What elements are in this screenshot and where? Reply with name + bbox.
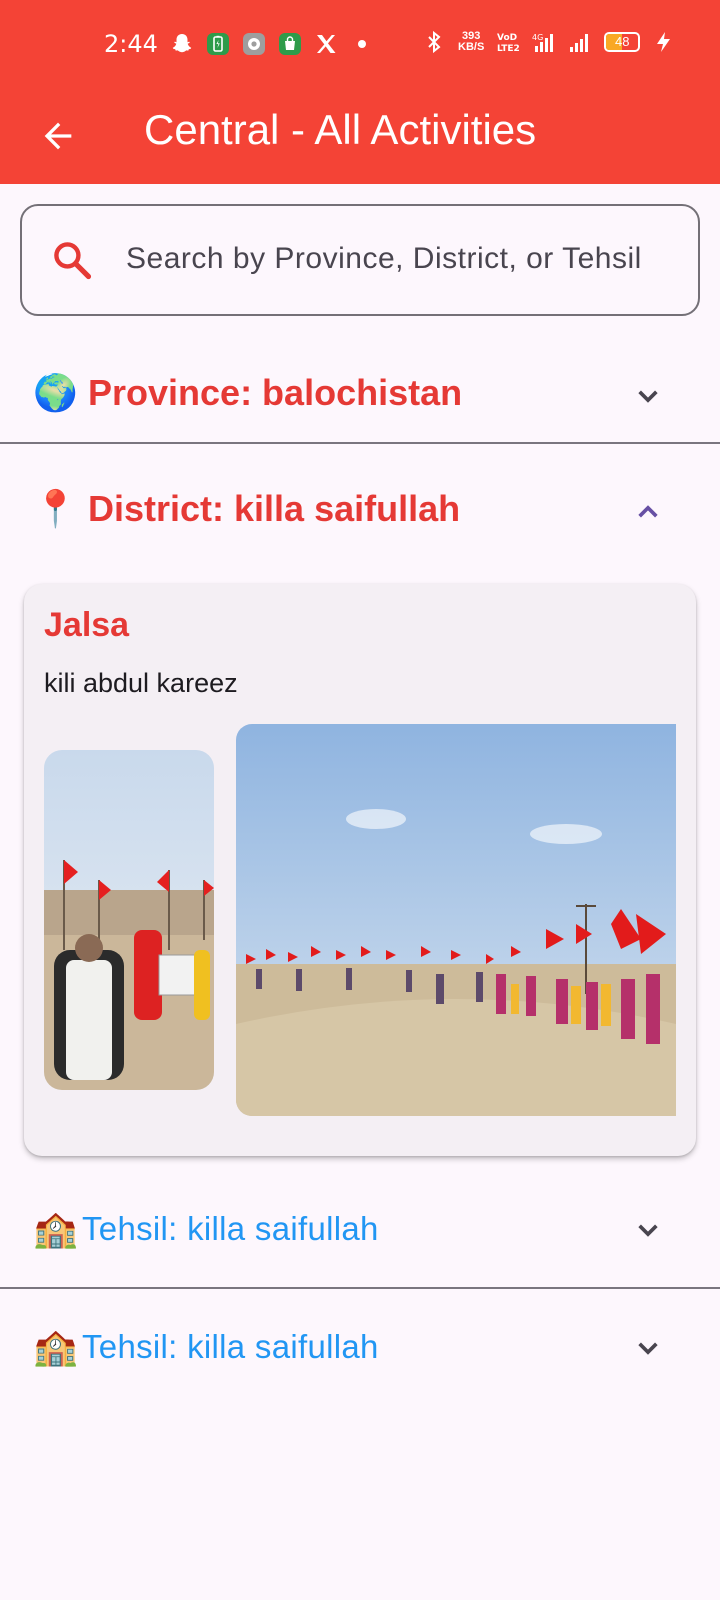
chevron-down-icon[interactable] <box>628 1210 668 1250</box>
dot-icon <box>358 40 366 48</box>
search-field[interactable]: Search by Province, District, or Tehsil <box>20 204 700 316</box>
x-app-icon <box>317 35 336 53</box>
activity-location: kili abdul kareez <box>44 668 238 698</box>
globe-icon: 🌍 <box>33 372 78 413</box>
school-icon: 🏫 <box>33 1326 78 1367</box>
svg-text:LTE2: LTE2 <box>497 44 520 54</box>
rally-photo-marchers-image <box>44 750 214 1090</box>
battery-icon: 48 <box>604 32 641 52</box>
battery-saver-icon <box>207 33 229 55</box>
search-input[interactable]: Search by Province, District, or Tehsil <box>126 242 686 276</box>
volte-icon: VoDLTE2 <box>497 33 520 54</box>
chevron-up-icon[interactable] <box>628 492 668 532</box>
tehsil-label: Tehsil: killa saifullah <box>82 1328 379 1365</box>
arrow-back-icon <box>44 122 72 150</box>
district-expander[interactable]: 📍 District: killa saifullah <box>0 466 720 556</box>
charging-icon <box>657 32 671 52</box>
chevron-down-icon[interactable] <box>628 376 668 416</box>
bluetooth-icon <box>428 30 441 54</box>
signal-4g-icon: 4G <box>532 33 554 52</box>
province-label: Province: balochistan <box>88 372 463 413</box>
settings-app-icon <box>243 33 265 55</box>
chevron-down-icon[interactable] <box>628 1328 668 1368</box>
tehsil-label: Tehsil: killa saifullah <box>82 1210 379 1247</box>
battery-percent: 48 <box>615 34 630 49</box>
store-app-icon <box>279 33 301 55</box>
province-expander[interactable]: 🌍 Province: balochistan <box>0 350 720 440</box>
back-button[interactable] <box>30 108 86 164</box>
tehsil-expander[interactable]: 🏫 Tehsil: killa saifullah <box>0 1184 720 1274</box>
snapchat-icon <box>172 34 192 53</box>
page-title: Central - All Activities <box>144 106 537 153</box>
svg-text:VoD: VoD <box>497 33 517 43</box>
province-divider <box>0 442 720 444</box>
search-icon <box>54 242 92 280</box>
activity-card[interactable]: Jalsa kili abdul kareez <box>24 584 696 1156</box>
district-label: District: killa saifullah <box>88 488 461 529</box>
signal-icon <box>570 34 589 52</box>
net-speed-unit: KB/S <box>458 41 485 53</box>
rally-photo-road-flags[interactable] <box>236 724 676 1116</box>
status-time: 2:44 <box>104 30 158 58</box>
pin-icon: 📍 <box>33 488 78 529</box>
system-icons: 393 KB/S VoD LTE2 4G 48 <box>422 30 676 54</box>
tehsil-divider <box>0 1287 720 1289</box>
notification-icons <box>170 32 374 56</box>
tehsil-expander[interactable]: 🏫 Tehsil: killa saifullah <box>0 1302 720 1392</box>
top-header: 2:44 393 KB/S VoD LTE2 4G 48 Central - Al… <box>0 0 720 184</box>
rally-photo-marchers[interactable] <box>44 750 214 1090</box>
svg-text:4G: 4G <box>532 33 543 42</box>
status-bar: 2:44 393 KB/S VoD LTE2 4G 48 <box>0 0 720 90</box>
app-bar: Central - All Activities <box>0 90 720 184</box>
activity-title: Jalsa <box>44 606 130 644</box>
school-icon: 🏫 <box>33 1208 78 1249</box>
net-speed: 393 KB/S <box>458 31 484 53</box>
rally-photo-road-flags-image <box>236 724 676 1116</box>
